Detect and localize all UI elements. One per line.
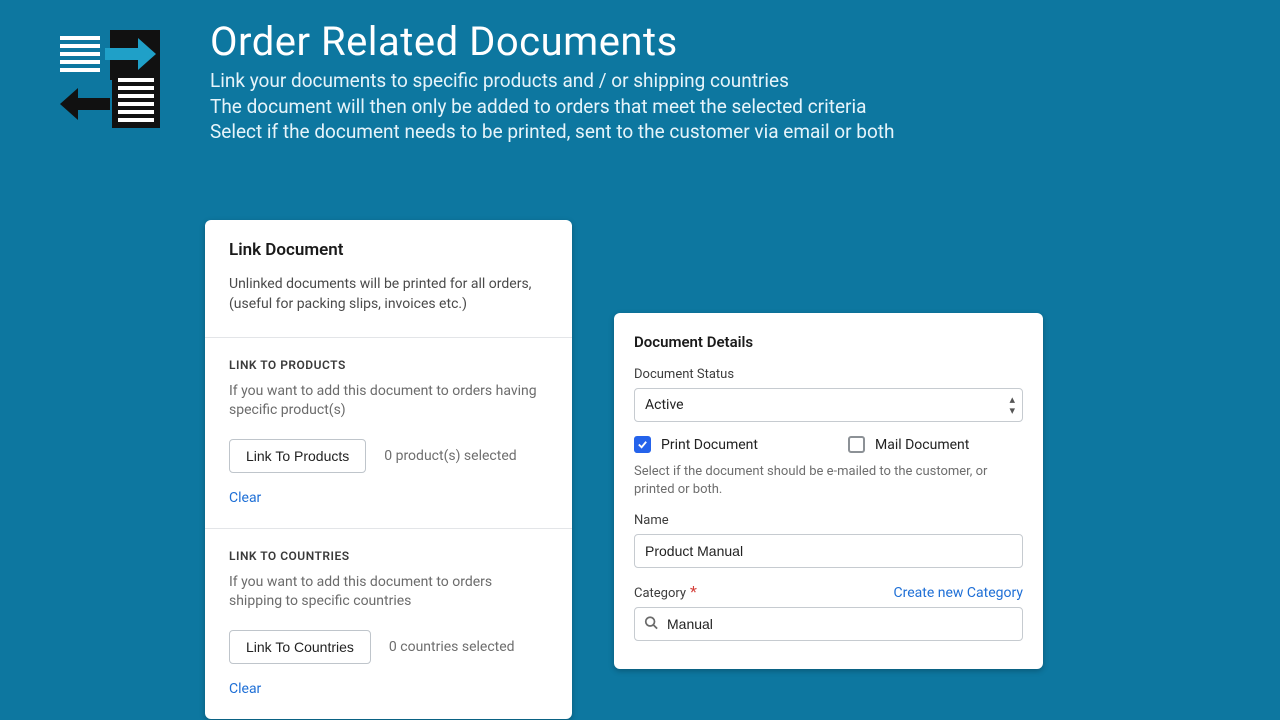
document-status-select[interactable]: Active	[634, 388, 1023, 422]
page-subtitle-2: The document will then only be added to …	[210, 94, 894, 120]
name-input[interactable]	[634, 534, 1023, 568]
clear-countries-link[interactable]: Clear	[229, 681, 261, 697]
mail-document-checkbox[interactable]: Mail Document	[848, 436, 969, 453]
link-countries-header: LINK TO COUNTRIES	[229, 549, 548, 563]
name-label: Name	[634, 513, 1023, 528]
checkbox-unchecked-icon	[848, 436, 865, 453]
link-products-header: LINK TO PRODUCTS	[229, 358, 548, 372]
link-to-countries-button[interactable]: Link To Countries	[229, 630, 371, 664]
link-countries-desc: If you want to add this document to orde…	[229, 573, 548, 612]
link-document-title: Link Document	[229, 240, 548, 260]
document-details-card: Document Details Document Status Active …	[614, 313, 1043, 669]
print-mail-help: Select if the document should be e-maile…	[634, 463, 1023, 499]
document-status-label: Document Status	[634, 367, 1023, 382]
checkbox-checked-icon	[634, 436, 651, 453]
required-asterisk: *	[690, 582, 697, 601]
print-document-label: Print Document	[661, 437, 758, 453]
create-category-link[interactable]: Create new Category	[894, 585, 1023, 601]
print-document-checkbox[interactable]: Print Document	[634, 436, 758, 453]
link-document-intro: Unlinked documents will be printed for a…	[229, 274, 548, 315]
countries-selected-status: 0 countries selected	[389, 639, 515, 655]
search-icon	[644, 615, 658, 634]
page-title: Order Related Documents	[210, 20, 894, 64]
products-selected-status: 0 product(s) selected	[384, 448, 516, 464]
app-logo-icon	[60, 20, 160, 130]
mail-document-label: Mail Document	[875, 437, 969, 453]
category-input[interactable]	[634, 607, 1023, 641]
clear-products-link[interactable]: Clear	[229, 490, 261, 506]
document-details-title: Document Details	[634, 333, 1023, 351]
link-products-desc: If you want to add this document to orde…	[229, 382, 548, 421]
link-document-card: Link Document Unlinked documents will be…	[205, 220, 572, 719]
category-label: Category	[634, 586, 686, 601]
link-to-products-button[interactable]: Link To Products	[229, 439, 366, 473]
page-subtitle-3: Select if the document needs to be print…	[210, 119, 894, 145]
page-subtitle-1: Link your documents to specific products…	[210, 68, 894, 94]
